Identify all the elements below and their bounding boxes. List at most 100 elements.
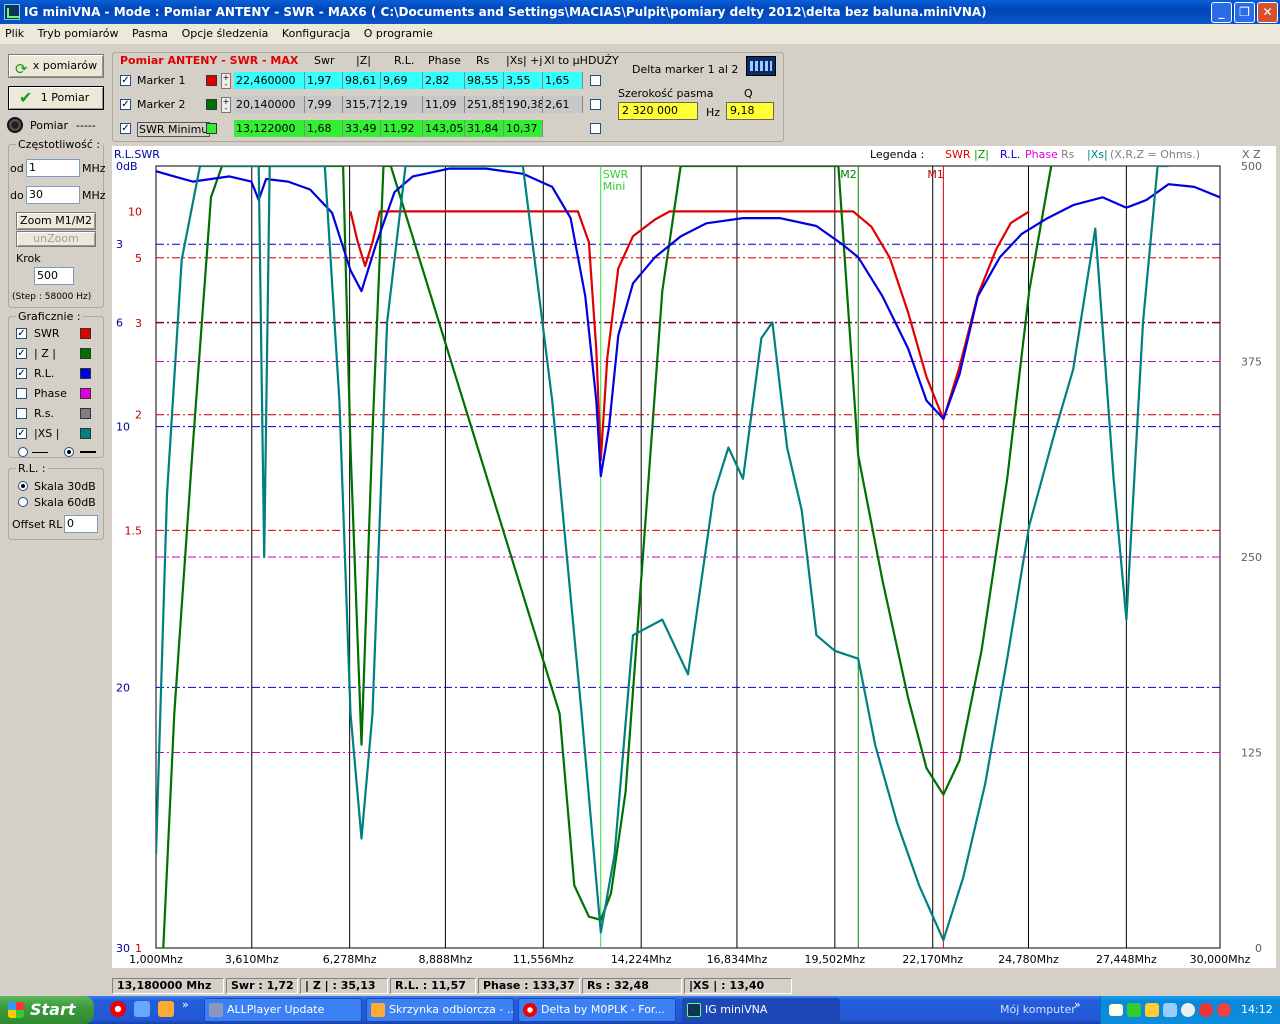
- od-input[interactable]: 1: [26, 159, 80, 177]
- zoom-m1-m2-button[interactable]: Zoom M1/M2: [16, 212, 96, 230]
- menu-tryb-pomiarow[interactable]: Tryb pomiarów: [33, 24, 124, 43]
- x-tick-label: 22,170Mhz: [902, 953, 963, 966]
- security-tray-icon[interactable]: [1199, 1003, 1213, 1017]
- marker-row-1-checkbox[interactable]: ✓: [120, 75, 131, 86]
- krok-input[interactable]: 500: [34, 267, 74, 285]
- task-ig-minivna-label: IG miniVNA: [705, 1003, 768, 1016]
- marker-row-2-spin-icon[interactable]: + -: [221, 97, 231, 113]
- browser-quicklaunch-icon[interactable]: [158, 1001, 174, 1017]
- opera-quicklaunch-icon[interactable]: [110, 1001, 126, 1017]
- offset-rl-input[interactable]: 0: [64, 515, 98, 533]
- task-allplayer[interactable]: ALLPlayer Update: [204, 998, 362, 1022]
- trace-xs-color-swatch[interactable]: [80, 428, 91, 439]
- minivna-icon: [687, 1003, 701, 1017]
- trace-rs-label: R.s.: [34, 407, 54, 420]
- windows-flag-icon: [8, 1002, 24, 1018]
- mail-tray-icon[interactable]: [1109, 1004, 1123, 1016]
- marker-row-3-value: 11,92: [381, 120, 423, 137]
- legend-item: |Z|: [974, 148, 989, 161]
- marker-row-3-color-swatch[interactable]: [206, 123, 217, 134]
- menu-plik[interactable]: Plik: [0, 24, 29, 43]
- trace-phase-label: Phase: [34, 387, 67, 400]
- line-style-radio-2[interactable]: [64, 447, 74, 457]
- allplayer-icon: [209, 1003, 223, 1017]
- trace-z-color-swatch[interactable]: [80, 348, 91, 359]
- bandwidth-label: Szerokość pasma: [618, 87, 714, 100]
- marker-row-2-duzy-checkbox[interactable]: [590, 99, 601, 110]
- trace-z-checkbox[interactable]: ✓: [16, 348, 27, 359]
- one-pomiar-button[interactable]: ✔ 1 Pomiar: [8, 86, 104, 110]
- thick-line-icon: [80, 451, 96, 453]
- marker-row-3-value: 10,37: [504, 120, 543, 137]
- task-delta[interactable]: Delta by M0PLK - For...: [518, 998, 676, 1022]
- marker-row-3-value: 13,122000: [234, 120, 305, 137]
- marker-row-3-name: SWR Minimu: [137, 122, 211, 137]
- tray-icon-5[interactable]: [1181, 1003, 1195, 1017]
- trace-rl-color-swatch[interactable]: [80, 368, 91, 379]
- trace-rs-checkbox[interactable]: [16, 408, 27, 419]
- line-style-radio-1[interactable]: [18, 447, 28, 457]
- skala60-radio[interactable]: [18, 497, 28, 507]
- quicklaunch-more-icon[interactable]: »: [182, 998, 189, 1011]
- maximize-button[interactable]: ❐: [1234, 2, 1255, 23]
- trace-swr-checkbox[interactable]: ✓: [16, 328, 27, 339]
- trace-swr-color-swatch[interactable]: [80, 328, 91, 339]
- status-rs: Rs : 32,48: [582, 978, 682, 994]
- taskbar: Start » ALLPlayer Update Skrzynka odbior…: [0, 996, 1280, 1024]
- marker-row-3-duzy-checkbox[interactable]: [590, 123, 601, 134]
- marker-row-1-color-swatch[interactable]: [206, 75, 217, 86]
- legend-item: |Xs|: [1087, 148, 1108, 161]
- network-tray-icon[interactable]: [1127, 1003, 1141, 1017]
- rl-tick-label: 0dB: [116, 160, 138, 173]
- marker-row-2-name: Marker 2: [137, 98, 186, 111]
- menu-pasma[interactable]: Pasma: [127, 24, 173, 43]
- trace-rs-color-swatch[interactable]: [80, 408, 91, 419]
- task-skrzynka[interactable]: Skrzynka odbiorcza - ...: [366, 998, 514, 1022]
- x-pomiarow-label: x pomiarów: [32, 59, 98, 72]
- skala30-radio[interactable]: [18, 481, 28, 491]
- do-input[interactable]: 30: [26, 186, 80, 204]
- menu-o-programie[interactable]: O programie: [359, 24, 438, 43]
- header-rs: Rs: [476, 54, 490, 67]
- marker-row-1-spin-icon[interactable]: + -: [221, 73, 231, 89]
- z-tick-label: 375: [1241, 356, 1262, 369]
- header-phase: Phase: [428, 54, 461, 67]
- marker-row-2-value: 315,71: [343, 96, 381, 113]
- marker-row-1-duzy-checkbox[interactable]: [590, 75, 601, 86]
- z-tick-label: 500: [1241, 160, 1262, 173]
- swr-min-marker-label-2: Mini: [603, 180, 626, 193]
- minimize-button[interactable]: _: [1211, 2, 1232, 23]
- marker-row-2-checkbox[interactable]: ✓: [120, 99, 131, 110]
- marker-row-2-color-swatch[interactable]: [206, 99, 217, 110]
- x-pomiarow-button[interactable]: ⟳ x pomiarów: [8, 54, 104, 78]
- menu-konfiguracja[interactable]: Konfiguracja: [277, 24, 355, 43]
- start-button[interactable]: Start: [0, 996, 94, 1024]
- trace-xs-checkbox[interactable]: ✓: [16, 428, 27, 439]
- desktop-quicklaunch-icon[interactable]: [134, 1001, 150, 1017]
- menu-opcje-sledzenia[interactable]: Opcje śledzenia: [177, 24, 274, 43]
- task-ig-minivna[interactable]: IG miniVNA: [682, 998, 840, 1022]
- unzoom-button[interactable]: unZoom: [16, 231, 96, 247]
- app-icon[interactable]: [4, 4, 20, 20]
- chart-area[interactable]: SWR Mini M2 M1 0dB 3 6 10 20 30 10 5 3 2 1.5 1 500 375 250…: [112, 146, 1276, 968]
- marker-row-3-checkbox[interactable]: ✓: [120, 123, 131, 134]
- trace-rl-checkbox[interactable]: ✓: [16, 368, 27, 379]
- shield-tray-icon[interactable]: [1217, 1003, 1231, 1017]
- chart-svg[interactable]: SWRMiniM2 M10dB36102030105321.51500375250…: [112, 146, 1276, 968]
- desktop-toolbar-more-icon[interactable]: »: [1074, 998, 1081, 1011]
- desktop-toolbar-label[interactable]: Mój komputer: [1000, 1003, 1076, 1016]
- tray-icon-3[interactable]: [1145, 1003, 1159, 1017]
- marker-row-3-value: 143,05: [423, 120, 465, 137]
- marker-row-1-value: 98,55: [465, 72, 504, 89]
- trace-phase-checkbox[interactable]: [16, 388, 27, 399]
- close-button[interactable]: ✕: [1257, 2, 1278, 23]
- title-bar[interactable]: IG miniVNA - Mode : Pomiar ANTENY - SWR …: [0, 0, 1280, 24]
- keyboard-icon[interactable]: [746, 56, 776, 76]
- rl-tick-label: 6: [116, 316, 123, 329]
- one-pomiar-label: 1 Pomiar: [40, 91, 90, 104]
- marker-row-2-value: 20,140000: [234, 96, 305, 113]
- x-tick-label: 24,780Mhz: [998, 953, 1059, 966]
- trace-phase-color-swatch[interactable]: [80, 388, 91, 399]
- speaker-tray-icon[interactable]: [1163, 1003, 1177, 1017]
- x-tick-label: 6,278Mhz: [323, 953, 377, 966]
